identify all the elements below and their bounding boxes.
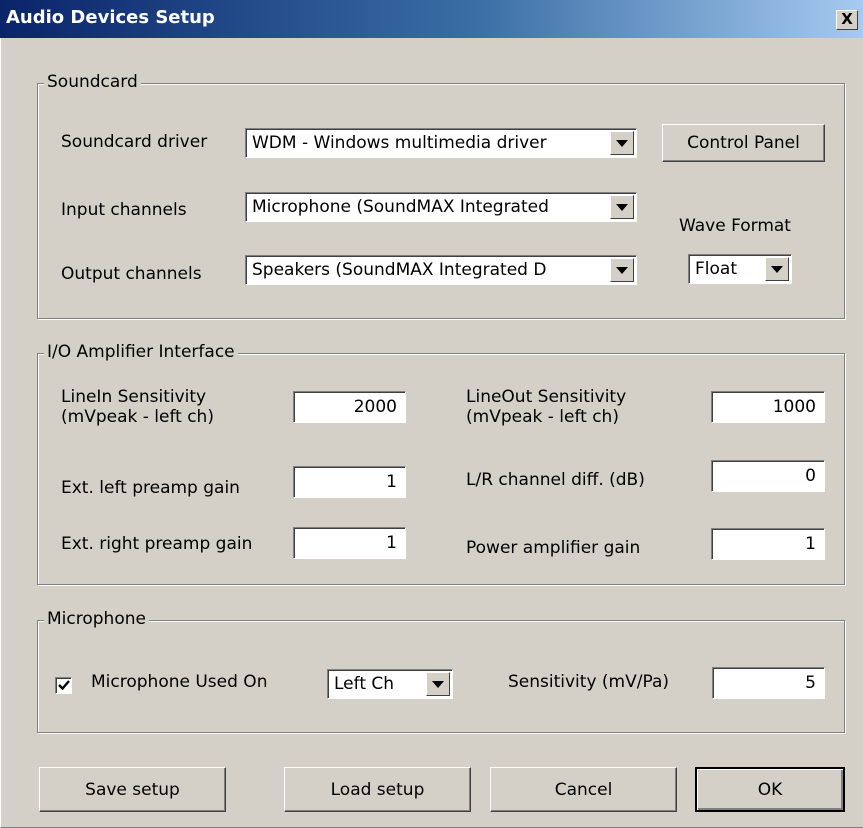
microphone-used-on-label: Microphone Used On [91,672,268,692]
linein-sensitivity-label: LineIn Sensitivity (mVpeak - left ch) [61,387,214,427]
microphone-channel-select[interactable]: Left Ch [327,669,453,699]
input-channels-label: Input channels [61,200,187,220]
power-amplifier-gain-input[interactable]: 1 [711,528,825,560]
input-channels-value: Microphone (SoundMAX Integrated [252,197,549,217]
soundcard-driver-dropdown-button[interactable] [610,131,634,155]
right-preamp-gain-input[interactable]: 1 [293,527,406,559]
title-bar: Audio Devices Setup X [0,0,863,38]
right-preamp-gain-label: Ext. right preamp gain [61,534,253,554]
soundcard-driver-select[interactable]: WDM - Windows multimedia driver [245,128,637,158]
lr-channel-diff-label: L/R channel diff. (dB) [466,470,645,490]
save-setup-label: Save setup [85,779,180,800]
microphone-channel-dropdown-button[interactable] [426,672,450,696]
load-setup-button[interactable]: Load setup [284,767,471,812]
left-preamp-gain-label: Ext. left preamp gain [61,478,240,498]
cancel-button[interactable]: Cancel [490,767,677,812]
microphone-channel-value: Left Ch [334,674,395,694]
close-button[interactable]: X [836,10,858,30]
io-amplifier-group: I/O Amplifier Interface LineIn Sensitivi… [37,342,845,585]
lineout-sensitivity-label-line1: LineOut Sensitivity [466,387,627,407]
checkmark-icon [58,680,70,691]
cancel-label: Cancel [554,779,613,800]
window-title: Audio Devices Setup [6,7,215,28]
output-channels-label: Output channels [61,264,202,284]
save-setup-button[interactable]: Save setup [39,767,226,812]
wave-format-dropdown-button[interactable] [765,257,789,281]
load-setup-label: Load setup [330,779,425,800]
lineout-sensitivity-label: LineOut Sensitivity (mVpeak - left ch) [466,387,626,427]
microphone-sensitivity-input[interactable]: 5 [712,667,825,699]
linein-sensitivity-label-line1: LineIn Sensitivity [61,387,207,407]
control-panel-label: Control Panel [687,133,800,153]
microphone-legend: Microphone [44,609,149,629]
wave-format-label: Wave Format [679,216,791,236]
chevron-down-icon [616,266,628,274]
lr-channel-diff-input[interactable]: 0 [711,460,825,492]
chevron-down-icon [616,139,628,147]
output-channels-value: Speakers (SoundMAX Integrated D [252,260,547,280]
microphone-group: Microphone Microphone Used On Left Ch Se… [37,609,845,733]
chevron-down-icon [432,680,444,688]
output-channels-dropdown-button[interactable] [610,258,634,282]
ok-button[interactable]: OK [695,767,845,812]
input-channels-select[interactable]: Microphone (SoundMAX Integrated [245,192,637,222]
soundcard-driver-label: Soundcard driver [61,132,208,152]
soundcard-legend: Soundcard [44,72,141,92]
wave-format-select[interactable]: Float [688,254,792,284]
chevron-down-icon [771,265,783,273]
input-channels-dropdown-button[interactable] [610,195,634,219]
microphone-sensitivity-label: Sensitivity (mV/Pa) [508,672,669,692]
linein-sensitivity-label-line2: (mVpeak - left ch) [61,407,214,427]
linein-sensitivity-input[interactable]: 2000 [293,391,406,423]
ok-label: OK [757,779,783,800]
power-amplifier-gain-label: Power amplifier gain [466,538,641,558]
output-channels-select[interactable]: Speakers (SoundMAX Integrated D [245,255,637,285]
close-icon: X [841,10,853,28]
soundcard-group: Soundcard Soundcard driver WDM - Windows… [37,72,845,319]
chevron-down-icon [616,203,628,211]
control-panel-button[interactable]: Control Panel [662,124,825,162]
soundcard-driver-value: WDM - Windows multimedia driver [252,133,547,153]
lineout-sensitivity-label-line2: (mVpeak - left ch) [466,407,619,427]
microphone-used-on-checkbox[interactable] [55,677,72,694]
lineout-sensitivity-input[interactable]: 1000 [711,391,825,423]
left-preamp-gain-input[interactable]: 1 [293,466,406,498]
wave-format-value: Float [695,259,737,279]
io-amplifier-legend: I/O Amplifier Interface [44,342,238,362]
